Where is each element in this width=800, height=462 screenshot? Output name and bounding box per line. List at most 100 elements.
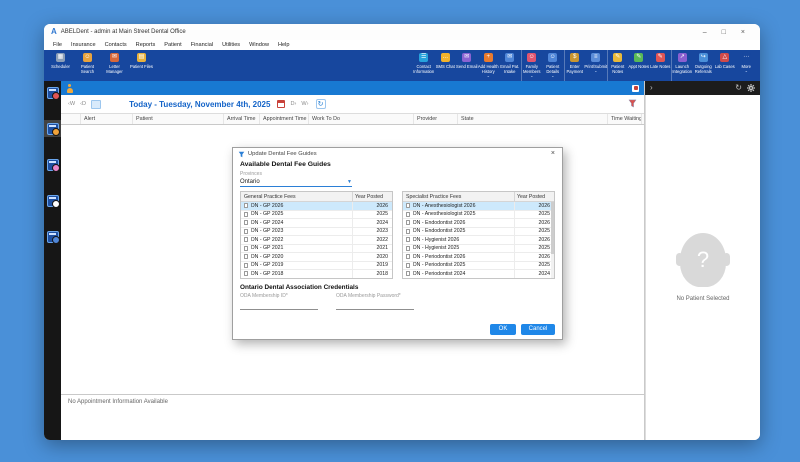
toolbar-button[interactable]: ✎ Patient Notes ⌄ bbox=[606, 50, 629, 81]
section-heading: Available Dental Fee Guides bbox=[240, 161, 331, 168]
fee-guide-row[interactable]: ON - GP 2026 2026 bbox=[241, 202, 392, 211]
fee-guide-row[interactable]: ON - Periodontist 2024 2024 bbox=[403, 270, 554, 278]
sidebar-view-button[interactable] bbox=[44, 192, 61, 209]
menu-item[interactable]: File bbox=[53, 42, 62, 48]
toolbar-button[interactable]: ✉ Send Email ⌄ bbox=[456, 50, 478, 81]
menu-item[interactable]: Contacts bbox=[105, 42, 127, 48]
fee-guide-row[interactable]: ON - Periodontist 2023 2023 bbox=[403, 279, 554, 280]
checkbox[interactable] bbox=[405, 254, 411, 260]
cancel-button[interactable]: Cancel bbox=[521, 324, 555, 335]
menu-item[interactable]: Help bbox=[278, 42, 290, 48]
fee-guide-row[interactable]: ON - GP 2021 2021 bbox=[241, 244, 392, 253]
provider-flag-icon[interactable] bbox=[632, 84, 639, 92]
toolbar-button[interactable]: + Add Health History ⌄ bbox=[478, 50, 500, 81]
menu-item[interactable]: Window bbox=[249, 42, 269, 48]
membership-password-input[interactable] bbox=[336, 299, 414, 310]
toolbar-button[interactable]: ☺ Family Members ⌄ bbox=[520, 50, 543, 81]
dialog-close-button[interactable]: × bbox=[551, 150, 557, 158]
menu-item[interactable]: Reports bbox=[136, 42, 156, 48]
toolbar-button[interactable]: ✎ Late Notes ⌄ bbox=[650, 50, 672, 81]
toolbar-button[interactable]: ▦ Scheduler ⌄ bbox=[47, 50, 74, 81]
minimize-button[interactable]: – bbox=[703, 29, 707, 36]
toolbar-button[interactable]: … SMS Chat ⌄ bbox=[435, 50, 457, 81]
toolbar-button[interactable]: ≡ Print/Submit ⌄ bbox=[584, 50, 607, 81]
calendar-today-icon[interactable] bbox=[277, 100, 286, 108]
next-week-button[interactable]: W› bbox=[301, 101, 308, 107]
membership-id-input[interactable] bbox=[240, 299, 318, 310]
fee-guide-row[interactable]: ON - Hygienist 2026 2026 bbox=[403, 236, 554, 245]
checkbox[interactable] bbox=[405, 271, 411, 277]
next-day-button[interactable]: D› bbox=[290, 101, 296, 107]
prev-day-button[interactable]: ‹D bbox=[80, 101, 86, 107]
close-button[interactable]: × bbox=[741, 29, 745, 36]
fee-guide-row[interactable]: ON - Anesthesiologist 2025 2025 bbox=[403, 210, 554, 219]
checkbox[interactable] bbox=[405, 203, 411, 209]
sidebar-view-button[interactable] bbox=[44, 120, 61, 137]
checkbox[interactable] bbox=[243, 271, 249, 277]
calendar-picker-icon[interactable] bbox=[91, 99, 102, 109]
fee-guide-label: ON - Endodontist 2026 bbox=[412, 219, 466, 226]
checkbox[interactable] bbox=[243, 262, 249, 268]
toolbar-button[interactable]: ✉ Letter Manager ⌄ bbox=[101, 50, 128, 81]
toolbar-button[interactable]: ☺ Patient Search ⌄ bbox=[74, 50, 101, 81]
toolbar-button[interactable]: ✉ Email Pat. Intake ⌄ bbox=[499, 50, 521, 81]
toolbar-button[interactable]: $ Enter Payment ⌄ bbox=[563, 50, 586, 81]
checkbox[interactable] bbox=[243, 254, 249, 260]
toolbar-button[interactable]: ▤ Patient Files ⌄ bbox=[128, 50, 155, 81]
checkbox[interactable] bbox=[405, 211, 411, 217]
fee-guide-row[interactable]: ON - GP 2025 2025 bbox=[241, 210, 392, 219]
fee-guide-row[interactable]: ON - GP 2019 2019 bbox=[241, 261, 392, 270]
toolbar-button[interactable]: △ Lab Cases ⌄ bbox=[714, 50, 736, 81]
checkbox[interactable] bbox=[243, 245, 249, 251]
menu-item[interactable]: Insurance bbox=[71, 42, 96, 48]
menu-item[interactable]: Utilities bbox=[222, 42, 240, 48]
fee-guide-row[interactable]: ON - GP 2018 2018 bbox=[241, 270, 392, 278]
prev-week-button[interactable]: ‹W bbox=[68, 101, 75, 107]
toolbar-button[interactable]: ☺ Patient Details ⌄ bbox=[542, 50, 564, 81]
fee-guide-year: 2023 bbox=[514, 279, 554, 280]
fee-guide-row[interactable]: ON - Periodontist 2026 2026 bbox=[403, 253, 554, 262]
fee-guide-row[interactable]: ON - Endodontist 2026 2026 bbox=[403, 219, 554, 228]
toolbar-button[interactable]: ☰ Contact Information ⌄ bbox=[413, 50, 435, 81]
fee-guide-row[interactable]: ON - Hygienist 2025 2025 bbox=[403, 244, 554, 253]
scrollbar[interactable] bbox=[551, 202, 554, 278]
menu-item[interactable]: Patient bbox=[164, 42, 181, 48]
checkbox[interactable] bbox=[405, 237, 411, 243]
sidebar-view-button[interactable] bbox=[44, 228, 61, 245]
toolbar-button[interactable]: ↗ Launch Integration ⌄ bbox=[671, 50, 693, 81]
checkbox[interactable] bbox=[405, 262, 411, 268]
fee-guide-row[interactable]: ON - GP 2024 2024 bbox=[241, 219, 392, 228]
filter-icon[interactable] bbox=[628, 95, 637, 113]
ok-button[interactable]: OK bbox=[490, 324, 516, 335]
checkbox[interactable] bbox=[243, 203, 249, 209]
fee-guide-row[interactable]: ON - Endodontist 2025 2025 bbox=[403, 227, 554, 236]
checkbox[interactable] bbox=[405, 245, 411, 251]
fee-guide-row[interactable]: ON - Anesthesiologist 2026 2026 bbox=[403, 202, 554, 211]
toolbar-button-icon: $ bbox=[570, 53, 580, 62]
toolbar-button[interactable]: ↪ Outgoing Referrals ⌄ bbox=[693, 50, 715, 81]
checkbox[interactable] bbox=[405, 228, 411, 234]
sidebar-view-button[interactable] bbox=[44, 156, 61, 173]
toolbar-button[interactable]: ··· More ⌄ bbox=[736, 50, 758, 81]
appointment-info-panel: No Appointment Information Available bbox=[61, 394, 644, 440]
fee-guide-row[interactable]: ON - GP 2022 2022 bbox=[241, 236, 392, 245]
refresh-icon[interactable]: ↻ bbox=[315, 99, 326, 109]
toolbar-button[interactable]: ✎ Appt Notes ⌄ bbox=[628, 50, 650, 81]
fee-guide-row[interactable]: ON - GP 2020 2020 bbox=[241, 253, 392, 262]
patient-person-icon[interactable] bbox=[66, 83, 73, 93]
refresh-icon[interactable]: ↻ bbox=[735, 83, 742, 93]
collapse-chevron-icon[interactable]: › bbox=[650, 83, 653, 93]
province-select[interactable]: Ontario ▼ bbox=[240, 177, 352, 187]
fee-guide-row[interactable]: ON - GP 2023 2023 bbox=[241, 227, 392, 236]
checkbox[interactable] bbox=[243, 228, 249, 234]
sidebar-view-button[interactable] bbox=[44, 84, 61, 101]
fee-guide-row[interactable]: ON - Periodontist 2025 2025 bbox=[403, 261, 554, 270]
menu-item[interactable]: Financial bbox=[191, 42, 213, 48]
scrollbar-thumb[interactable] bbox=[551, 202, 554, 254]
checkbox[interactable] bbox=[243, 237, 249, 243]
checkbox[interactable] bbox=[243, 220, 249, 226]
checkbox[interactable] bbox=[243, 211, 249, 217]
fee-guide-year: 2025 bbox=[514, 244, 554, 252]
checkbox[interactable] bbox=[405, 220, 411, 226]
maximize-button[interactable]: □ bbox=[722, 29, 726, 36]
